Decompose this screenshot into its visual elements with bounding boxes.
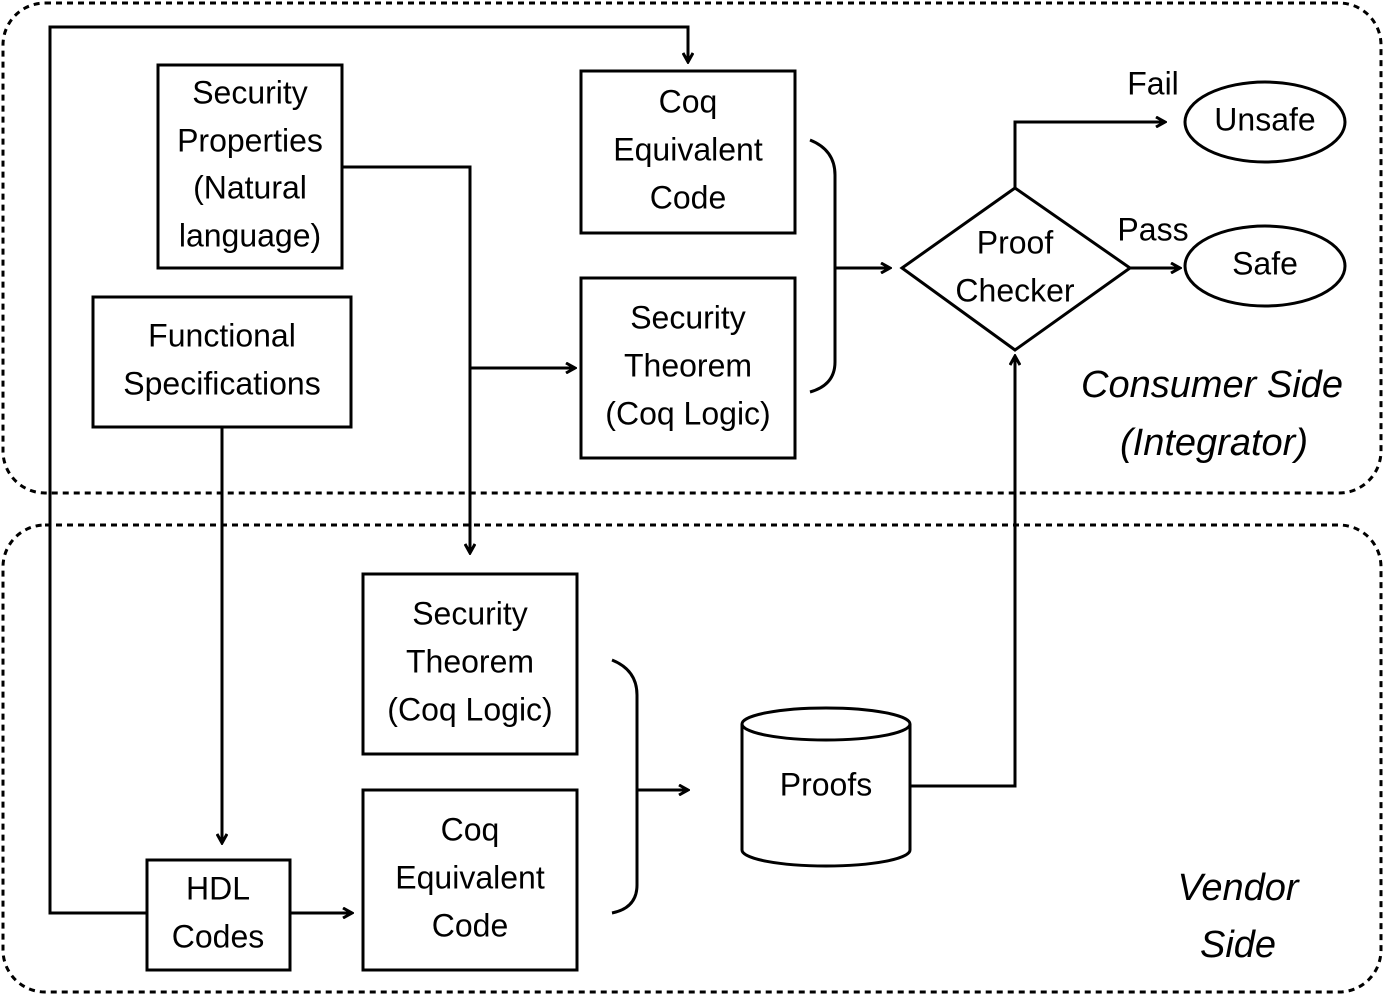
proofs-to-checker-arrow	[910, 356, 1015, 788]
svg-text:Proofs: Proofs	[780, 766, 872, 802]
pass-label: Pass	[1117, 211, 1188, 247]
props-to-theorem-bottom-arrow	[342, 165, 470, 553]
svg-text:Functional: Functional	[148, 317, 296, 353]
fail-arrow	[1013, 122, 1165, 188]
coq-equivalent-code-top-box: Coq Equivalent Code	[579, 69, 797, 235]
svg-text:Theorem: Theorem	[624, 347, 752, 383]
svg-text:Properties: Properties	[177, 122, 323, 158]
diagram: Security Properties (Natural language) F…	[1, 1, 1383, 994]
svg-text:(Coq Logic): (Coq Logic)	[387, 691, 552, 727]
svg-text:Equivalent: Equivalent	[613, 131, 763, 167]
svg-text:HDL: HDL	[186, 870, 250, 906]
vendor-side-label: Side	[1200, 924, 1276, 966]
consumer-side-label: Consumer Side	[1081, 364, 1343, 406]
svg-text:Coq: Coq	[659, 83, 718, 119]
svg-text:Theorem: Theorem	[406, 643, 534, 679]
security-theorem-bottom-box: Security Theorem (Coq Logic)	[361, 572, 579, 756]
svg-text:Coq: Coq	[441, 811, 500, 847]
bottom-brace	[611, 658, 639, 915]
coq-equivalent-code-bottom-box: Coq Equivalent Code	[361, 788, 579, 972]
svg-text:Proof: Proof	[977, 224, 1054, 260]
proof-checker-diamond: Proof Checker	[899, 186, 1133, 352]
svg-text:Code: Code	[650, 179, 727, 215]
svg-text:Code: Code	[432, 907, 509, 943]
svg-text:Equivalent: Equivalent	[395, 859, 545, 895]
fail-label: Fail	[1127, 65, 1179, 101]
vendor-label: Vendor	[1177, 867, 1299, 909]
svg-text:Unsafe: Unsafe	[1214, 101, 1315, 137]
safe-terminal: Safe	[1183, 224, 1347, 308]
svg-text:Codes: Codes	[172, 918, 265, 954]
proofs-database: Proofs	[740, 706, 912, 868]
svg-text:Specifications: Specifications	[123, 365, 320, 401]
svg-text:language): language)	[179, 217, 321, 253]
hdl-codes-box: HDL Codes	[145, 858, 292, 972]
unsafe-terminal: Unsafe	[1183, 80, 1347, 164]
svg-text:Security: Security	[412, 595, 528, 631]
security-properties-box: Security Properties (Natural language)	[156, 63, 344, 270]
svg-text:(Coq Logic): (Coq Logic)	[605, 395, 770, 431]
svg-text:(Natural: (Natural	[193, 169, 307, 205]
svg-text:Security: Security	[192, 74, 308, 110]
integrator-label: (Integrator)	[1120, 422, 1308, 464]
svg-text:Safe: Safe	[1232, 245, 1298, 281]
svg-text:Security: Security	[630, 299, 746, 335]
functional-specifications-box: Functional Specifications	[91, 295, 353, 429]
svg-text:Checker: Checker	[955, 272, 1075, 308]
top-brace	[809, 138, 837, 394]
security-theorem-top-box: Security Theorem (Coq Logic)	[579, 276, 797, 460]
